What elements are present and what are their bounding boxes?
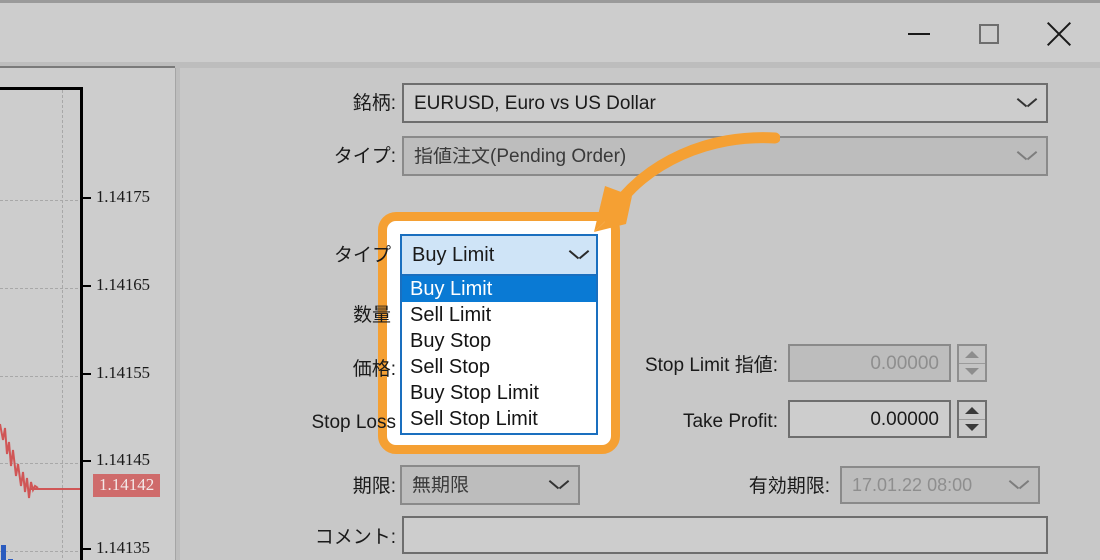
symbol-value: EURUSD, Euro vs US Dollar [414,93,656,113]
dropdown-option-buy-limit[interactable]: Buy Limit [402,276,596,302]
symbol-label: 銘柄: [352,93,396,114]
dropdown-option-buy-stop[interactable]: Buy Stop [402,328,596,354]
axis-label-price: 1.14135 [96,538,150,557]
axis-label-price: 1.14175 [96,187,150,206]
triangle-up-icon [965,350,979,358]
chart-bid-line [30,488,80,490]
expiry-date-input[interactable]: 17.01.22 08:00 [840,466,1040,504]
chart-gridline [0,288,80,289]
triangle-down-icon [965,424,979,432]
panel-divider-line [175,68,176,560]
axis-tick [83,373,91,375]
dropdown-option-sell-stop[interactable]: Sell Stop [402,354,596,380]
stop-limit-input[interactable]: 0.00000 [788,344,951,382]
chevron-down-icon [1018,98,1036,108]
close-icon [1045,20,1073,48]
chevron-down-icon [1018,151,1036,161]
chart-volume-bars [1,545,13,560]
chart-gridline [0,200,80,201]
stepper-down-button[interactable] [959,362,985,381]
symbol-combobox[interactable]: EURUSD, Euro vs US Dollar [402,83,1048,123]
stop-limit-value: 0.00000 [870,353,939,373]
maximize-icon [979,24,999,44]
stop-limit-label: Stop Limit 指値: [644,355,778,376]
axis-tick [83,197,91,199]
volume-label: 数量 [352,305,391,326]
chevron-down-icon [1010,480,1028,490]
minimize-icon [908,33,930,35]
dropdown-option-buy-stop-limit[interactable]: Buy Stop Limit [402,380,596,406]
axis-tick [83,548,91,550]
axis-label-price: 1.14155 [96,363,150,382]
triangle-down-icon [965,368,979,376]
axis-tick [83,460,91,462]
expiry-mode-label: 期限: [352,476,396,497]
comment-label: コメント: [314,527,396,548]
dropdown-option-sell-limit[interactable]: Sell Limit [402,302,596,328]
take-profit-stepper[interactable] [957,400,987,438]
expiry-mode-combobox[interactable]: 無期限 [400,465,580,505]
take-profit-input[interactable]: 0.00000 [788,400,951,438]
stepper-up-button[interactable] [959,346,985,363]
price-chart-panel: 1.14175 1.14165 1.14155 1.14145 1.14135 … [0,68,175,560]
order-type-label: タイプ: [333,146,396,167]
maximize-button[interactable] [954,3,1024,65]
stepper-down-button[interactable] [959,418,985,437]
pending-type-dropdown-list[interactable]: Buy Limit Sell Limit Buy Stop Sell Stop … [400,276,598,435]
expiry-mode-value: 無期限 [412,475,470,495]
pending-type-value: Buy Limit [412,243,495,266]
take-profit-label: Take Profit: [682,411,778,432]
dropdown-option-sell-stop-limit[interactable]: Sell Stop Limit [402,406,596,432]
triangle-up-icon [965,406,979,414]
screen: 1.14175 1.14165 1.14155 1.14145 1.14135 … [0,0,1100,560]
axis-label-price: 1.14145 [96,450,150,469]
close-button[interactable] [1024,3,1094,65]
window-controls [884,3,1094,65]
minimize-button[interactable] [884,3,954,65]
chart-price-line [0,423,39,499]
comment-input[interactable] [402,516,1048,554]
window-titlebar [0,0,1100,62]
pending-type-label: タイプ [333,245,391,266]
stop-limit-stepper[interactable] [957,344,987,382]
annotation-arrow-icon [594,132,780,232]
chevron-down-icon [550,480,568,490]
axis-tick [83,285,91,287]
stepper-up-button[interactable] [959,402,985,419]
stop-loss-label: Stop Loss [311,412,397,433]
pending-type-combobox[interactable]: Buy Limit [400,234,598,276]
axis-label-price: 1.14165 [96,275,150,294]
chevron-down-icon [570,250,588,260]
expiry-date-value: 17.01.22 08:00 [852,476,973,494]
chart-gridline [0,376,80,377]
current-bid-price-tag: 1.14142 [93,474,161,497]
expiry-date-label: 有効期限: [748,476,830,497]
take-profit-value: 0.00000 [870,409,939,429]
price-label: 価格: [352,359,396,380]
chart-plot-area [0,87,83,560]
